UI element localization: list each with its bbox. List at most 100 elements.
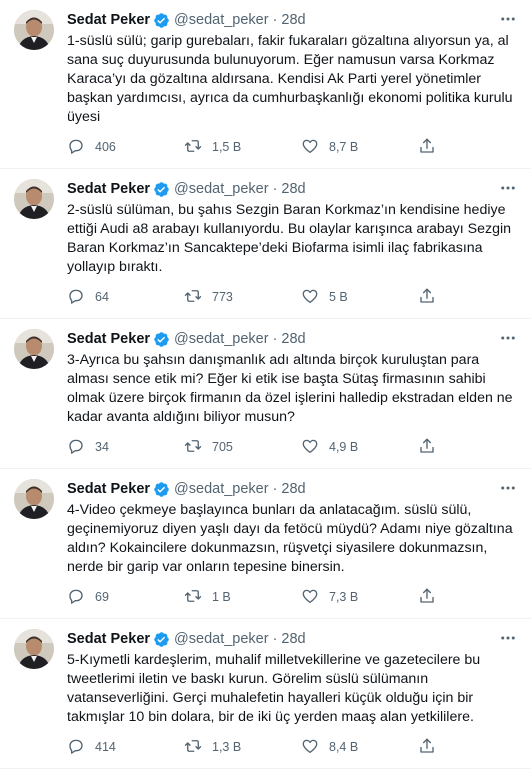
heart-outline-icon [301, 287, 319, 308]
speech-bubble-icon [67, 437, 85, 458]
tweet-time[interactable]: 28d [281, 181, 305, 197]
avatar[interactable] [14, 179, 54, 219]
retweet-button[interactable]: 773 [184, 287, 301, 308]
like-button[interactable]: 7,3 B [301, 587, 418, 608]
retweet-button[interactable]: 1,5 B [184, 137, 301, 158]
avatar[interactable] [14, 10, 54, 50]
share-button[interactable] [418, 587, 438, 608]
like-count: 4,9 B [329, 440, 359, 454]
author-handle[interactable]: @sedat_peker [174, 631, 269, 647]
author-name[interactable]: Sedat Peker [67, 181, 150, 197]
tweet-thread: Sedat Peker @sedat_peker · 28d 1-süslü s… [0, 0, 531, 769]
reply-button[interactable]: 414 [67, 737, 184, 758]
retweet-button[interactable]: 705 [184, 437, 301, 458]
tweet-header: Sedat Peker @sedat_peker · 28d [67, 329, 517, 349]
three-dots-icon[interactable] [499, 479, 517, 497]
tweet-time[interactable]: 28d [281, 631, 305, 647]
tweet[interactable]: Sedat Peker @sedat_peker · 28d 5-Kıymetl… [0, 619, 531, 769]
reply-button[interactable]: 64 [67, 287, 184, 308]
like-button[interactable]: 8,4 B [301, 737, 418, 758]
like-count: 5 B [329, 290, 348, 304]
tweet-text: 3-Ayrıca bu şahsın danışmanlık adı altın… [67, 352, 513, 425]
tweet-header: Sedat Peker @sedat_peker · 28d [67, 479, 517, 499]
heart-outline-icon [301, 137, 319, 158]
reply-count: 69 [95, 590, 109, 604]
tweet-text: 1-süslü sülü; garip gurebaları, fakir fu… [67, 33, 513, 125]
verified-badge-icon [153, 631, 170, 648]
retweet-button[interactable]: 1 B [184, 587, 301, 608]
retweet-arrows-icon [184, 737, 202, 758]
author-name[interactable]: Sedat Peker [67, 12, 150, 28]
separator-dot: · [272, 331, 278, 347]
share-button[interactable] [418, 137, 438, 158]
tweet-text: 5-Kıymetli kardeşlerim, muhalif milletve… [67, 652, 481, 725]
retweet-count: 1 B [212, 590, 231, 604]
verified-badge-icon [153, 181, 170, 198]
share-button[interactable] [418, 287, 438, 308]
reply-count: 64 [95, 290, 109, 304]
like-button[interactable]: 4,9 B [301, 437, 418, 458]
avatar[interactable] [14, 479, 54, 519]
retweet-arrows-icon [184, 437, 202, 458]
tweet-time[interactable]: 28d [281, 12, 305, 28]
separator-dot: · [272, 481, 278, 497]
tweet-time[interactable]: 28d [281, 481, 305, 497]
reply-button[interactable]: 34 [67, 437, 184, 458]
avatar[interactable] [14, 629, 54, 669]
author-handle[interactable]: @sedat_peker [174, 481, 269, 497]
heart-outline-icon [301, 587, 319, 608]
three-dots-icon[interactable] [499, 179, 517, 197]
share-upload-icon [418, 137, 436, 158]
verified-badge-icon [153, 12, 170, 29]
share-upload-icon [418, 587, 436, 608]
three-dots-icon[interactable] [499, 629, 517, 647]
verified-badge-icon [153, 481, 170, 498]
retweet-count: 773 [212, 290, 233, 304]
share-button[interactable] [418, 437, 438, 458]
retweet-count: 1,3 B [212, 740, 242, 754]
share-upload-icon [418, 737, 436, 758]
author-handle[interactable]: @sedat_peker [174, 331, 269, 347]
retweet-count: 1,5 B [212, 140, 242, 154]
tweet[interactable]: Sedat Peker @sedat_peker · 28d 4-Video ç… [0, 469, 531, 619]
like-button[interactable]: 5 B [301, 287, 418, 308]
speech-bubble-icon [67, 287, 85, 308]
like-button[interactable]: 8,7 B [301, 137, 418, 158]
avatar[interactable] [14, 329, 54, 369]
retweet-button[interactable]: 1,3 B [184, 737, 301, 758]
retweet-arrows-icon [184, 137, 202, 158]
tweet-time[interactable]: 28d [281, 331, 305, 347]
tweet[interactable]: Sedat Peker @sedat_peker · 28d 3-Ayrıca … [0, 319, 531, 469]
share-upload-icon [418, 437, 436, 458]
author-name[interactable]: Sedat Peker [67, 631, 150, 647]
tweet-text: 2-süslü sülüman, bu şahıs Sezgin Baran K… [67, 202, 512, 275]
heart-outline-icon [301, 737, 319, 758]
like-count: 7,3 B [329, 590, 359, 604]
author-name[interactable]: Sedat Peker [67, 331, 150, 347]
like-count: 8,7 B [329, 140, 359, 154]
author-handle[interactable]: @sedat_peker [174, 181, 269, 197]
author-handle[interactable]: @sedat_peker [174, 12, 269, 28]
share-button[interactable] [418, 737, 438, 758]
three-dots-icon[interactable] [499, 10, 517, 28]
tweet-header: Sedat Peker @sedat_peker · 28d [67, 10, 517, 30]
tweet[interactable]: Sedat Peker @sedat_peker · 28d 1-süslü s… [0, 0, 531, 169]
reply-button[interactable]: 69 [67, 587, 184, 608]
separator-dot: · [272, 631, 278, 647]
speech-bubble-icon [67, 587, 85, 608]
heart-outline-icon [301, 437, 319, 458]
separator-dot: · [272, 12, 278, 28]
tweet-header: Sedat Peker @sedat_peker · 28d [67, 629, 517, 649]
speech-bubble-icon [67, 737, 85, 758]
retweet-arrows-icon [184, 587, 202, 608]
tweet-actions: 69 1 B 7,3 B [67, 587, 517, 607]
author-name[interactable]: Sedat Peker [67, 481, 150, 497]
reply-button[interactable]: 406 [67, 137, 184, 158]
tweet[interactable]: Sedat Peker @sedat_peker · 28d 2-süslü s… [0, 169, 531, 319]
reply-count: 414 [95, 740, 116, 754]
tweet-text: 4-Video çekmeye başlayınca bunları da an… [67, 502, 513, 575]
separator-dot: · [272, 181, 278, 197]
three-dots-icon[interactable] [499, 329, 517, 347]
speech-bubble-icon [67, 137, 85, 158]
verified-badge-icon [153, 331, 170, 348]
